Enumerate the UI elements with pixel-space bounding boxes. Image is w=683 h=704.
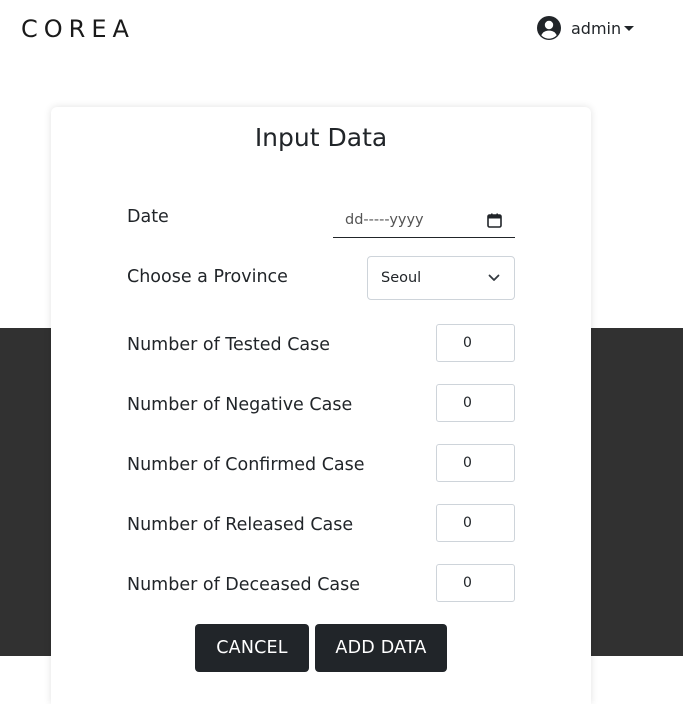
brand-logo[interactable]: COREA bbox=[21, 15, 135, 43]
province-select[interactable]: Seoul bbox=[367, 256, 515, 300]
page: COREA admin Input Data Date dd-----yyyy … bbox=[0, 0, 683, 704]
calendar-icon[interactable] bbox=[487, 213, 502, 228]
input-data-card: Input Data Date dd-----yyyy Choose a Pro… bbox=[51, 107, 591, 704]
card-title: Input Data bbox=[254, 123, 388, 152]
user-circle-icon bbox=[537, 16, 561, 40]
province-label: Choose a Province bbox=[127, 267, 288, 287]
province-selected-value: Seoul bbox=[381, 270, 422, 286]
chevron-down-icon bbox=[488, 274, 500, 281]
deceased-case-input[interactable]: 0 bbox=[436, 564, 515, 602]
tested-case-input[interactable]: 0 bbox=[436, 324, 515, 362]
user-menu-toggle[interactable]: admin bbox=[537, 16, 635, 40]
date-input[interactable]: dd-----yyyy bbox=[333, 203, 515, 238]
username-label: admin bbox=[571, 18, 622, 38]
released-case-input[interactable]: 0 bbox=[436, 504, 515, 542]
confirmed-case-label: Number of Confirmed Case bbox=[127, 455, 365, 475]
negative-case-input[interactable]: 0 bbox=[436, 384, 515, 422]
cancel-button[interactable]: CANCEL bbox=[195, 624, 309, 672]
caret-down-icon bbox=[624, 26, 635, 31]
date-label: Date bbox=[127, 207, 169, 227]
negative-case-label: Number of Negative Case bbox=[127, 395, 353, 415]
tested-case-label: Number of Tested Case bbox=[127, 335, 331, 355]
add-data-button[interactable]: ADD DATA bbox=[315, 624, 447, 672]
date-placeholder: dd-----yyyy bbox=[345, 212, 424, 228]
confirmed-case-input[interactable]: 0 bbox=[436, 444, 515, 482]
deceased-case-label: Number of Deceased Case bbox=[127, 575, 361, 595]
released-case-label: Number of Released Case bbox=[127, 515, 354, 535]
